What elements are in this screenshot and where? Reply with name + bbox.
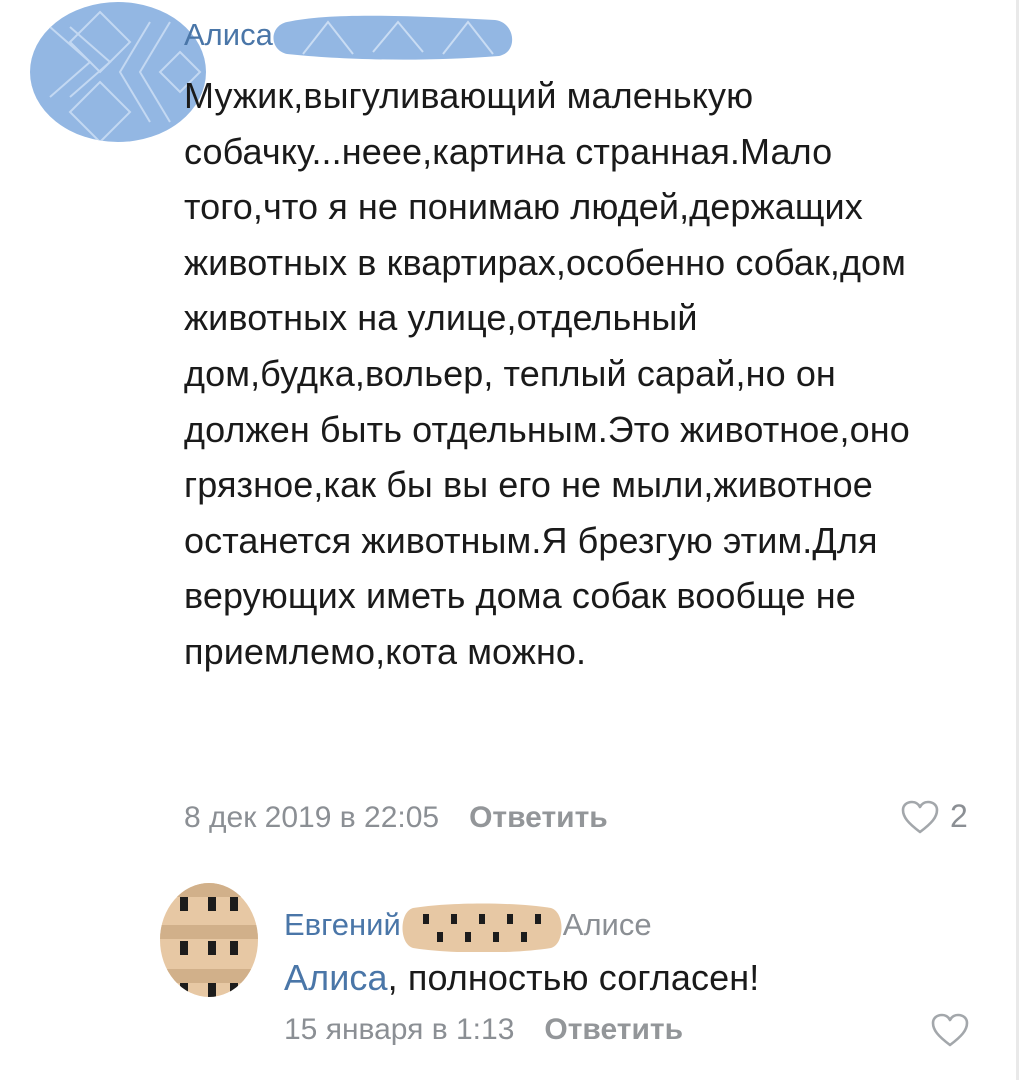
reply-button[interactable]: Ответить [544, 1013, 683, 1046]
heart-outline-icon [931, 1013, 969, 1047]
reply-text: , полностью согласен! [387, 957, 760, 998]
comment-text: Мужик,выгуливающий маленькую собачку...н… [184, 75, 910, 672]
comment: Алиса Мужик,выгуливающий маленькую собач… [0, 0, 1019, 850]
heart-outline-icon [901, 800, 939, 833]
comment-author-line: Алиса [184, 14, 517, 60]
censored-surname [273, 15, 512, 60]
comment-date: 8 дек 2019 в 22:05 [184, 801, 440, 834]
comment-meta: 8 дек 2019 в 22:05 Ответить [184, 800, 608, 836]
censored-surname [402, 903, 562, 952]
mention-link[interactable]: Алиса [284, 957, 388, 998]
comment-date: 15 января в 1:13 [284, 1013, 515, 1046]
comments-page: Алиса Мужик,выгуливающий маленькую собач… [0, 0, 1019, 1080]
avatar[interactable] [160, 883, 258, 997]
comment-meta: 15 января в 1:13 Ответить [284, 1012, 683, 1048]
comment-reply: Евгений Алисе Алиса, полностью согласен! [0, 850, 1019, 1080]
reply-button[interactable]: Ответить [469, 801, 608, 834]
like-button[interactable] [930, 1012, 970, 1048]
avatar[interactable] [30, 2, 206, 142]
comment-author-line: Евгений Алисе [284, 902, 652, 952]
author-name[interactable]: Евгений [284, 907, 401, 942]
reply-to-name[interactable]: Алисе [563, 907, 652, 942]
comment-text: Алиса, полностью согласен! [284, 950, 984, 1006]
author-name[interactable]: Алиса [184, 17, 273, 52]
like-count: 2 [950, 798, 968, 834]
like-button[interactable]: 2 [900, 798, 968, 835]
